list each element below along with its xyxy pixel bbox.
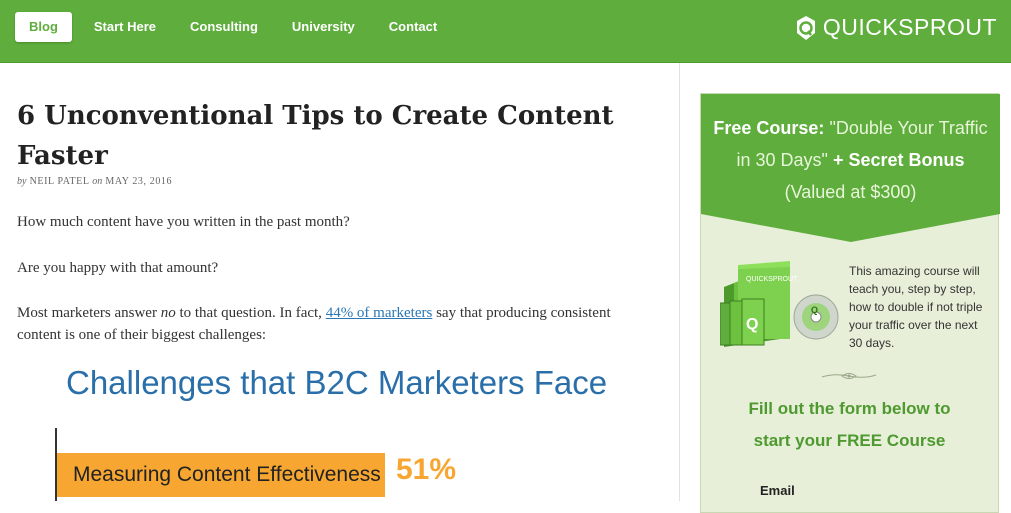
paragraph-3-text-a: Most marketers answer [17, 305, 161, 321]
publish-date: MAY 23, 2016 [105, 176, 173, 187]
email-field-label: Email [760, 483, 795, 498]
nav-blog[interactable]: Blog [15, 12, 72, 42]
svg-text:Q: Q [746, 316, 758, 333]
infographic-bar-label: Measuring Content Effectiveness [73, 463, 381, 486]
infographic-bar-value: 51% [396, 453, 457, 486]
paragraph-1: How much content have you written in the… [17, 214, 350, 230]
widget-headline: Free Course: "Double Your Traffic in 30 … [701, 112, 1000, 208]
nav-university[interactable]: University [292, 12, 355, 42]
paragraph-2: Are you happy with that amount? [17, 260, 219, 276]
course-description: This amazing course will teach you, step… [849, 264, 983, 350]
widget-header: Free Course: "Double Your Traffic in 30 … [701, 94, 1000, 214]
plus-sign: + [832, 150, 844, 170]
nav-consulting[interactable]: Consulting [190, 12, 258, 42]
paragraph-3: Most marketers answer no to that questio… [17, 302, 637, 346]
column-divider [679, 63, 680, 501]
course-name-line-2: in 30 Days" [736, 150, 828, 170]
nav-start-here[interactable]: Start Here [94, 12, 156, 42]
sprout-logo-icon [796, 15, 815, 40]
brand-name: QUICKSPROUT [822, 14, 997, 40]
widget-header-arrow [701, 214, 1000, 242]
secret-bonus-label: Secret Bonus [848, 150, 965, 170]
paragraph-3-text-b: to that question. In fact, [175, 305, 326, 321]
article-title: 6 Unconventional Tips to Create Content … [17, 101, 614, 171]
author-name[interactable]: NEIL PATEL [30, 176, 90, 187]
divider-ornament-icon [821, 373, 877, 379]
main-nav: Blog Start Here Consulting University Co… [15, 12, 471, 42]
brand-logo[interactable]: QUICKSPROUT [795, 14, 997, 41]
free-course-label: Free Course: [713, 118, 825, 138]
svg-text:Q: Q [811, 305, 818, 315]
product-brand-text: QUICKSPROUT [746, 276, 798, 283]
infographic-title: Challenges that B2C Marketers Face [66, 364, 608, 401]
valued-at-label: (Valued at $300) [784, 182, 917, 202]
article: 6 Unconventional Tips to Create Content … [17, 96, 657, 187]
marketers-stat-link[interactable]: 44% of marketers [326, 305, 433, 321]
paragraph-3-emphasis: no [160, 305, 176, 321]
course-name-line-1: "Double Your Traffic [829, 118, 988, 138]
form-call-to-action: Fill out the form below to start your FR… [700, 393, 999, 457]
cta-line-2: start your FREE Course [753, 431, 946, 450]
byline-on: on [92, 176, 103, 187]
top-navigation-bar: Blog Start Here Consulting University Co… [0, 0, 1011, 63]
infographic-bar: Measuring Content Effectiveness [57, 453, 385, 497]
course-product-image: QUICKSPROUT Q Q [720, 261, 839, 347]
byline-by: by [17, 176, 27, 187]
nav-contact[interactable]: Contact [389, 12, 437, 42]
byline: by NEIL PATEL on MAY 23, 2016 [17, 176, 657, 187]
cta-line-1: Fill out the form below to [748, 399, 951, 418]
